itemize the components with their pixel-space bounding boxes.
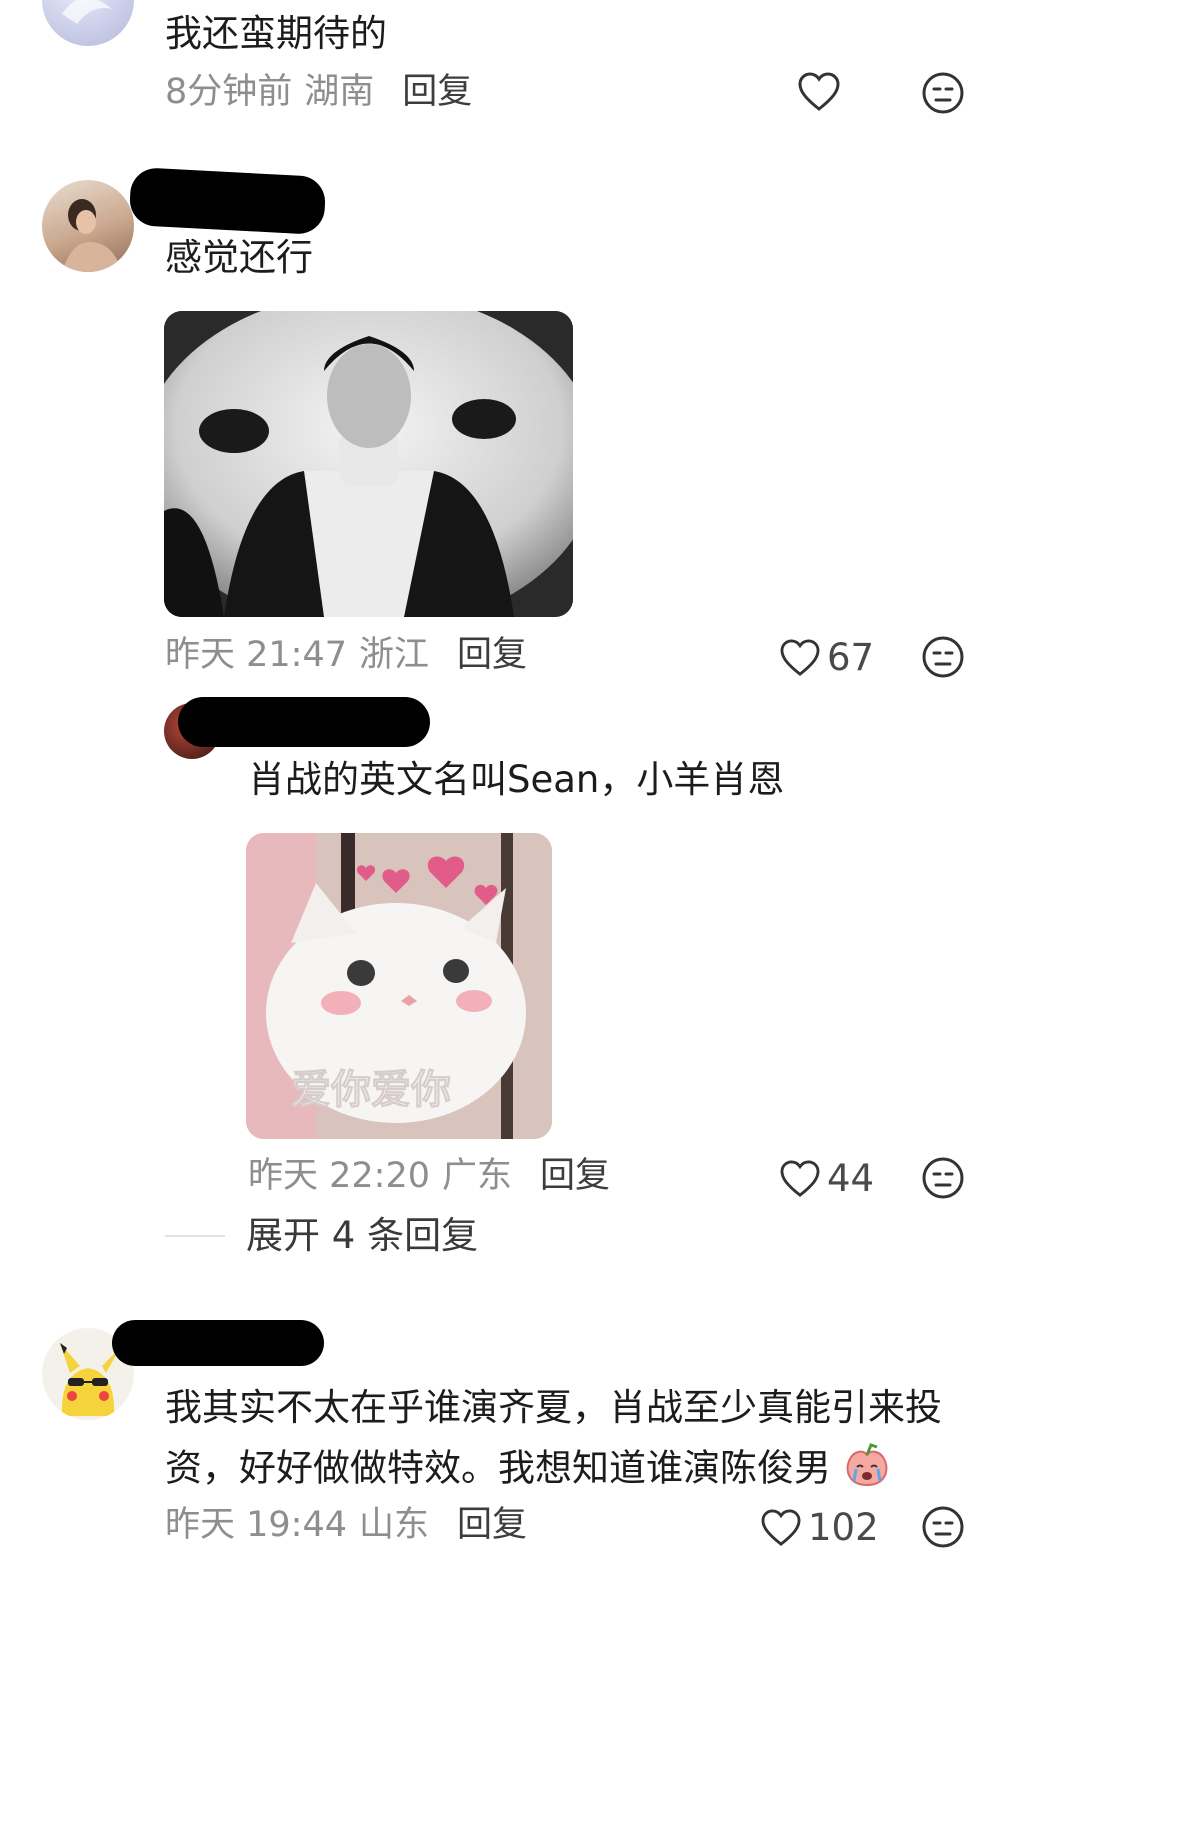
heart-outline-icon bbox=[798, 72, 840, 111]
avatar[interactable] bbox=[42, 0, 134, 46]
redacted-username bbox=[128, 166, 327, 236]
comment-time: 8分钟前 bbox=[165, 72, 293, 112]
unamused-face-icon bbox=[922, 1157, 964, 1199]
dislike-button[interactable] bbox=[921, 71, 965, 115]
comment-time: 昨天 21:47 bbox=[165, 635, 347, 675]
redacted-username bbox=[112, 1320, 324, 1366]
comment-location: 山东 bbox=[359, 1505, 430, 1545]
reply-location: 广东 bbox=[442, 1156, 513, 1196]
like-button[interactable] bbox=[797, 72, 841, 112]
unamused-face-icon bbox=[922, 636, 964, 678]
crying-peach-emoji-icon bbox=[843, 1441, 891, 1499]
dislike-button[interactable] bbox=[921, 635, 965, 679]
comment-location: 湖南 bbox=[304, 72, 375, 112]
reply-sticker-image[interactable]: 爱你爱你 bbox=[246, 833, 552, 1139]
like-count: 102 bbox=[808, 1506, 879, 1549]
comment-text: 感觉还行 bbox=[165, 236, 313, 279]
comment-meta: 8分钟前 湖南 回复 bbox=[165, 70, 472, 114]
heart-outline-icon bbox=[780, 639, 820, 676]
reply-button[interactable]: 回复 bbox=[457, 635, 527, 675]
redacted-username bbox=[178, 697, 430, 747]
heart-outline-icon bbox=[761, 1509, 801, 1546]
like-button[interactable]: 67 bbox=[779, 636, 874, 680]
like-count: 67 bbox=[827, 636, 875, 679]
sticker-caption: 爱你爱你 bbox=[291, 1067, 451, 1113]
reply-button[interactable]: 回复 bbox=[402, 72, 472, 112]
unamused-face-icon bbox=[922, 1506, 964, 1548]
reply-button[interactable]: 回复 bbox=[457, 1505, 527, 1545]
comment-text-content: 资，好好做做特效。我想知道谁演陈俊男 bbox=[165, 1446, 831, 1490]
avatar[interactable] bbox=[42, 180, 134, 272]
comment-image[interactable] bbox=[164, 311, 573, 617]
like-button[interactable]: 102 bbox=[760, 1506, 879, 1550]
comment-text-line: 我其实不太在乎谁演齐夏，肖战至少真能引来投 bbox=[165, 1386, 942, 1429]
comment-text-line: 资，好好做做特效。我想知道谁演陈俊男 bbox=[165, 1441, 891, 1499]
reply-button[interactable]: 回复 bbox=[540, 1156, 610, 1196]
expand-replies-button[interactable]: 展开 4 条回复 bbox=[246, 1214, 478, 1258]
dislike-button[interactable] bbox=[921, 1156, 965, 1200]
cat-sticker-image: 爱你爱你 bbox=[246, 833, 552, 1139]
unamused-face-icon bbox=[922, 72, 964, 114]
reply-meta: 昨天 22:20 广东 回复 bbox=[248, 1154, 610, 1198]
comment-meta: 昨天 19:44 山东 回复 bbox=[165, 1503, 527, 1547]
like-button[interactable]: 44 bbox=[779, 1157, 874, 1201]
reply-text: 肖战的英文名叫Sean，小羊肖恩 bbox=[248, 758, 785, 801]
comment-time: 昨天 19:44 bbox=[165, 1505, 347, 1545]
heart-outline-icon bbox=[780, 1160, 820, 1197]
dislike-button[interactable] bbox=[921, 1505, 965, 1549]
sheep-portrait-image bbox=[164, 311, 573, 617]
like-count: 44 bbox=[827, 1157, 875, 1200]
comment-text: 我还蛮期待的 bbox=[165, 12, 387, 55]
expand-divider bbox=[165, 1235, 225, 1237]
reply-time: 昨天 22:20 bbox=[248, 1156, 430, 1196]
comment-location: 浙江 bbox=[359, 635, 430, 675]
comment-meta: 昨天 21:47 浙江 回复 bbox=[165, 633, 527, 677]
